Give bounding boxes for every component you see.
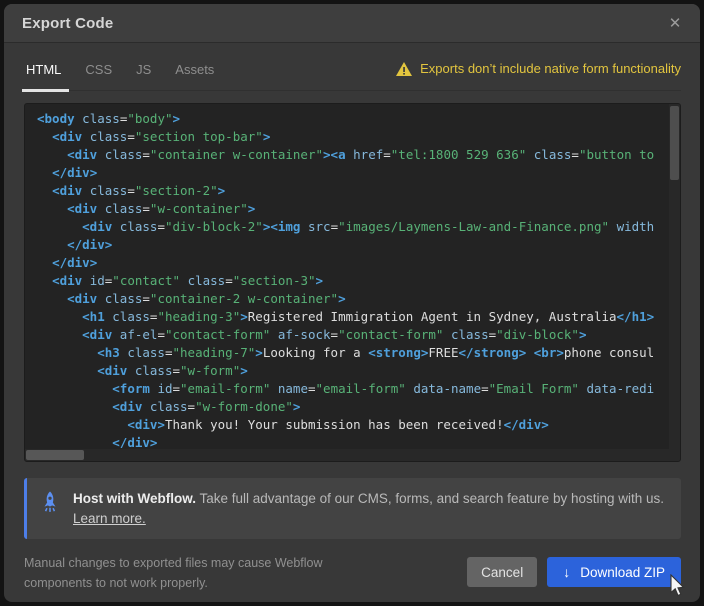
banner-body-text: Take full advantage of our CMS, forms, a… bbox=[196, 491, 664, 506]
tab-assets[interactable]: Assets bbox=[173, 62, 216, 90]
horizontal-scrollbar-thumb[interactable] bbox=[26, 450, 84, 460]
footer-note-line1: Manual changes to exported files may cau… bbox=[24, 556, 323, 570]
tab-html[interactable]: HTML bbox=[24, 62, 63, 90]
tab-css[interactable]: CSS bbox=[83, 62, 114, 90]
dialog-titlebar: Export Code ✕ bbox=[4, 4, 700, 43]
download-zip-button[interactable]: ↓ Download ZIP bbox=[547, 557, 681, 587]
footer-note: Manual changes to exported files may cau… bbox=[24, 553, 323, 593]
warning-triangle-icon bbox=[396, 62, 412, 76]
host-with-webflow-banner: Host with Webflow. Take full advantage o… bbox=[24, 478, 681, 539]
close-icon[interactable]: ✕ bbox=[664, 12, 686, 34]
cancel-button[interactable]: Cancel bbox=[467, 557, 537, 587]
form-warning: Exports don’t include native form functi… bbox=[396, 61, 681, 90]
warning-text: Exports don’t include native form functi… bbox=[420, 61, 681, 76]
vertical-scrollbar-thumb[interactable] bbox=[670, 106, 679, 180]
banner-text: Host with Webflow. Take full advantage o… bbox=[73, 489, 664, 529]
rocket-icon bbox=[39, 491, 61, 513]
export-code-dialog: Export Code ✕ HTML CSS JS Assets Exports… bbox=[4, 4, 700, 602]
footer-note-line2: components to not work properly. bbox=[24, 576, 208, 590]
dialog-title: Export Code bbox=[22, 15, 113, 32]
vertical-scrollbar-track[interactable] bbox=[669, 104, 680, 449]
learn-more-link[interactable]: Learn more. bbox=[73, 511, 146, 526]
dialog-actions: Cancel ↓ Download ZIP bbox=[467, 557, 681, 587]
code-content: <body class="body"> <div class="section … bbox=[37, 110, 666, 448]
code-viewer[interactable]: <body class="body"> <div class="section … bbox=[24, 103, 681, 462]
horizontal-scrollbar-track[interactable] bbox=[25, 449, 680, 461]
tab-bar: HTML CSS JS Assets Exports don’t include… bbox=[24, 43, 681, 91]
download-arrow-icon: ↓ bbox=[563, 564, 570, 580]
banner-bold-text: Host with Webflow. bbox=[73, 491, 196, 506]
download-zip-label: Download ZIP bbox=[580, 565, 665, 580]
tab-js[interactable]: JS bbox=[134, 62, 153, 90]
